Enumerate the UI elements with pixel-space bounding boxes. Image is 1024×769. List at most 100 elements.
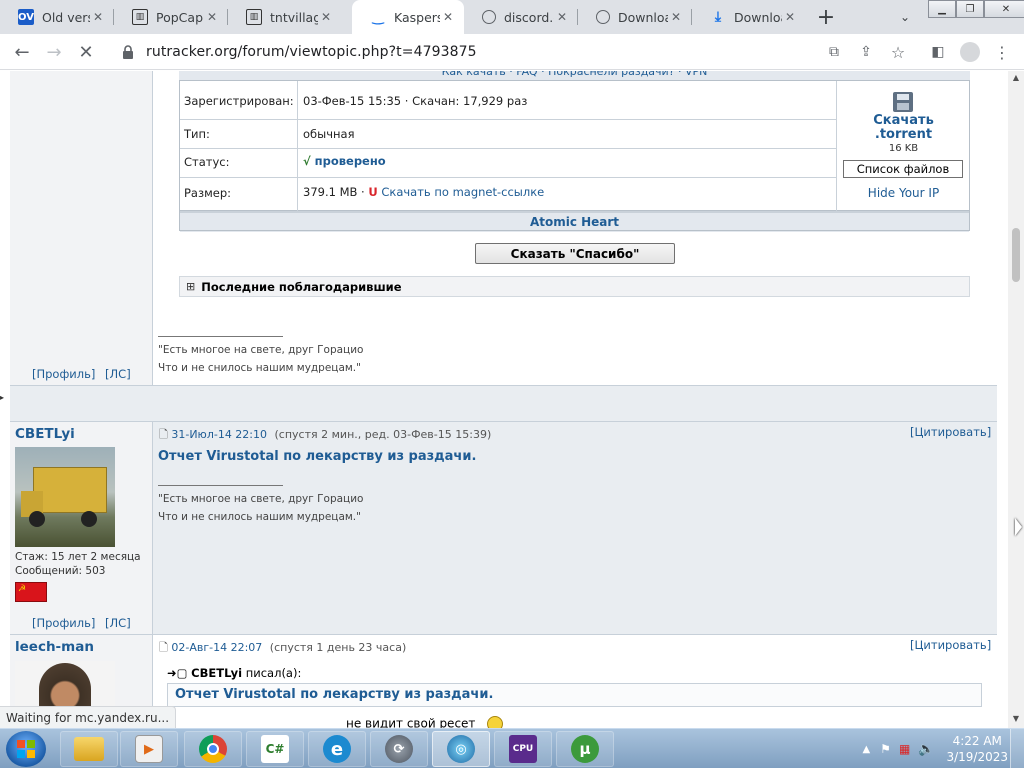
file-list-button[interactable]: Список файлов (843, 160, 963, 178)
profile-link[interactable]: [Профиль] (32, 616, 95, 630)
torrent-size: 16 KB (888, 143, 919, 154)
tracker-icon: ▥ (246, 9, 262, 25)
tray-expand-icon[interactable]: ▲ (862, 744, 870, 755)
close-icon[interactable]: ✕ (318, 10, 334, 24)
page-viewport: Как качать · FAQ · Покраснели раздачи? ·… (0, 71, 1008, 728)
forward-arrow-icon[interactable]: → (38, 36, 70, 68)
quote-link[interactable]: [Цитировать] (910, 638, 991, 652)
windows-logo-icon (17, 740, 35, 758)
download-icon: ⤓ (714, 9, 722, 25)
left-edge-arrow-icon[interactable]: ▸ (0, 393, 4, 402)
close-icon[interactable]: ✕ (204, 10, 220, 24)
taskbar-explorer[interactable] (60, 731, 118, 767)
author-name[interactable]: CBETLyi (15, 426, 75, 442)
tab-kaspersky[interactable]: ‿ Kaspersk ✕ (352, 0, 464, 34)
taskbar-edge[interactable]: e (308, 731, 366, 767)
translate-icon[interactable]: ⧉ (822, 40, 846, 64)
tab-discord[interactable]: discord.c ✕ (464, 0, 578, 34)
minimize-icon[interactable]: ▁ (928, 0, 956, 18)
scroll-thumb[interactable] (1012, 228, 1020, 282)
loading-icon: ‿ (372, 9, 384, 25)
tab-title: Old versio (42, 9, 90, 25)
info-row-sep (180, 148, 836, 149)
side-panel-icon[interactable]: ◧ (926, 40, 950, 64)
tab-title: Kaspersk (394, 9, 440, 25)
restore-icon[interactable]: ❐ (956, 0, 984, 18)
author-message-count: Сообщений: 503 (15, 565, 106, 577)
author-experience: Стаж: 15 лет 2 месяца (15, 551, 141, 563)
tab-title: PopCap G (156, 9, 204, 25)
taskbar-utorrent[interactable]: µ (556, 731, 614, 767)
signature-line-1: "Есть многое на свете, друг Горацио (158, 493, 364, 505)
tab-title: Downloa (734, 9, 782, 25)
bookmark-star-icon[interactable]: ☆ (886, 40, 910, 64)
post-date-link[interactable]: 02-Авг-14 22:07 (171, 641, 262, 654)
tab-old-versions[interactable]: OV Old versio ✕ (0, 0, 114, 34)
scroll-up-arrow-icon[interactable]: ▲ (1008, 71, 1024, 85)
close-icon[interactable]: ✕ (440, 10, 456, 24)
taskbar-network[interactable]: ◎ (432, 731, 490, 767)
quote-link[interactable]: [Цитировать] (910, 425, 991, 439)
close-icon[interactable]: ✕ (782, 10, 798, 24)
taskbar-cpu-z[interactable]: CPU (494, 731, 552, 767)
separator-dot: · (404, 94, 413, 108)
tab-download-2[interactable]: ⤓ Downloa ✕ (692, 0, 806, 34)
share-icon[interactable]: ⇪ (854, 40, 878, 64)
author-name[interactable]: leech-man (15, 639, 94, 655)
status-text: проверено (314, 154, 386, 168)
window-close-icon[interactable]: ✕ (984, 0, 1024, 18)
menu-kebab-icon[interactable]: ⋮ (990, 40, 1014, 64)
taskbar-csharp[interactable]: C# (246, 731, 304, 767)
show-desktop-button[interactable] (1010, 729, 1024, 769)
action-center-icon[interactable]: ⚑ (880, 742, 891, 756)
post-page-icon: 🗋 (159, 428, 168, 441)
last-thanked-header[interactable]: ⊞ Последние поблагодарившие (179, 276, 970, 297)
signature-line-2: Что и не снилось нашим мудрецам." (158, 511, 361, 523)
clock-time: 4:22 AM (952, 734, 1002, 748)
back-arrow-icon[interactable]: ← (6, 36, 38, 68)
post-header: 🗋 02-Авг-14 22:07 (спустя 1 день 23 часа… (159, 639, 406, 658)
magnet-icon: U (368, 185, 378, 199)
expand-plus-icon[interactable]: ⊞ (186, 280, 195, 293)
app-icon: ⟳ (385, 735, 413, 763)
tab-title: discord.c (504, 9, 554, 25)
network-tray-icon[interactable]: ▦ (899, 742, 910, 756)
volume-icon[interactable]: 🔈 (918, 742, 934, 757)
tab-search-chevron-icon[interactable]: ⌄ (894, 6, 916, 28)
download-torrent-link[interactable]: Скачать .torrent (837, 114, 970, 142)
tab-tntvillage[interactable]: ▥ tntvillage ✕ (228, 0, 342, 34)
clock[interactable]: 4:22 AM 3/19/2023 (946, 733, 1008, 765)
address-bar[interactable]: rutracker.org/forum/viewtopic.php?t=4793… (112, 37, 812, 67)
scroll-down-arrow-icon[interactable]: ▼ (1008, 712, 1024, 726)
pm-link[interactable]: [ЛС] (105, 616, 131, 630)
tab-popcap[interactable]: ▥ PopCap G ✕ (114, 0, 228, 34)
floppy-disk-icon[interactable] (893, 92, 913, 112)
explorer-icon (74, 737, 104, 761)
magnet-link[interactable]: Скачать по magnet-ссылке (381, 185, 544, 199)
new-tab-button[interactable]: + (806, 0, 846, 34)
tab-download-1[interactable]: Downloa ✕ (578, 0, 692, 34)
quote-wrote: писал(а): (245, 666, 302, 680)
tracker-icon: ▥ (132, 9, 148, 25)
page-scrollbar[interactable]: ▲ ▼ (1008, 71, 1024, 728)
taskbar-media-player[interactable]: ▶ (120, 731, 178, 767)
say-thanks-button[interactable]: Сказать "Спасибо" (475, 243, 675, 264)
partial-post-text: не видит свой ресет (346, 716, 504, 728)
close-icon[interactable]: ✕ (668, 10, 684, 24)
hide-ip-link[interactable]: Hide Your IP (837, 186, 970, 200)
post-date-link[interactable]: 31-Июл-14 22:10 (171, 428, 267, 441)
profile-link[interactable]: [Профиль] (32, 367, 95, 381)
start-button[interactable] (6, 731, 46, 767)
stop-loading-icon[interactable]: ✕ (70, 36, 102, 68)
taskbar-chrome[interactable] (184, 731, 242, 767)
taskbar-app[interactable]: ⟳ (370, 731, 428, 767)
profile-avatar-icon[interactable] (958, 40, 982, 64)
author-avatar[interactable] (15, 447, 115, 547)
quote-body: Отчет Virustotal по лекарству из раздачи… (175, 687, 494, 702)
tab-strip: OV Old versio ✕ ▥ PopCap G ✕ ▥ tntvillag… (0, 0, 1024, 34)
windows-taskbar: ▶ C# e ⟳ ◎ CPU µ ▲ ⚑ ▦ 🔈 4:22 AM 3/19/20… (0, 728, 1024, 769)
close-icon[interactable]: ✕ (90, 10, 106, 24)
pm-link[interactable]: [ЛС] (105, 367, 131, 381)
column-divider (152, 422, 153, 634)
close-icon[interactable]: ✕ (554, 10, 570, 24)
